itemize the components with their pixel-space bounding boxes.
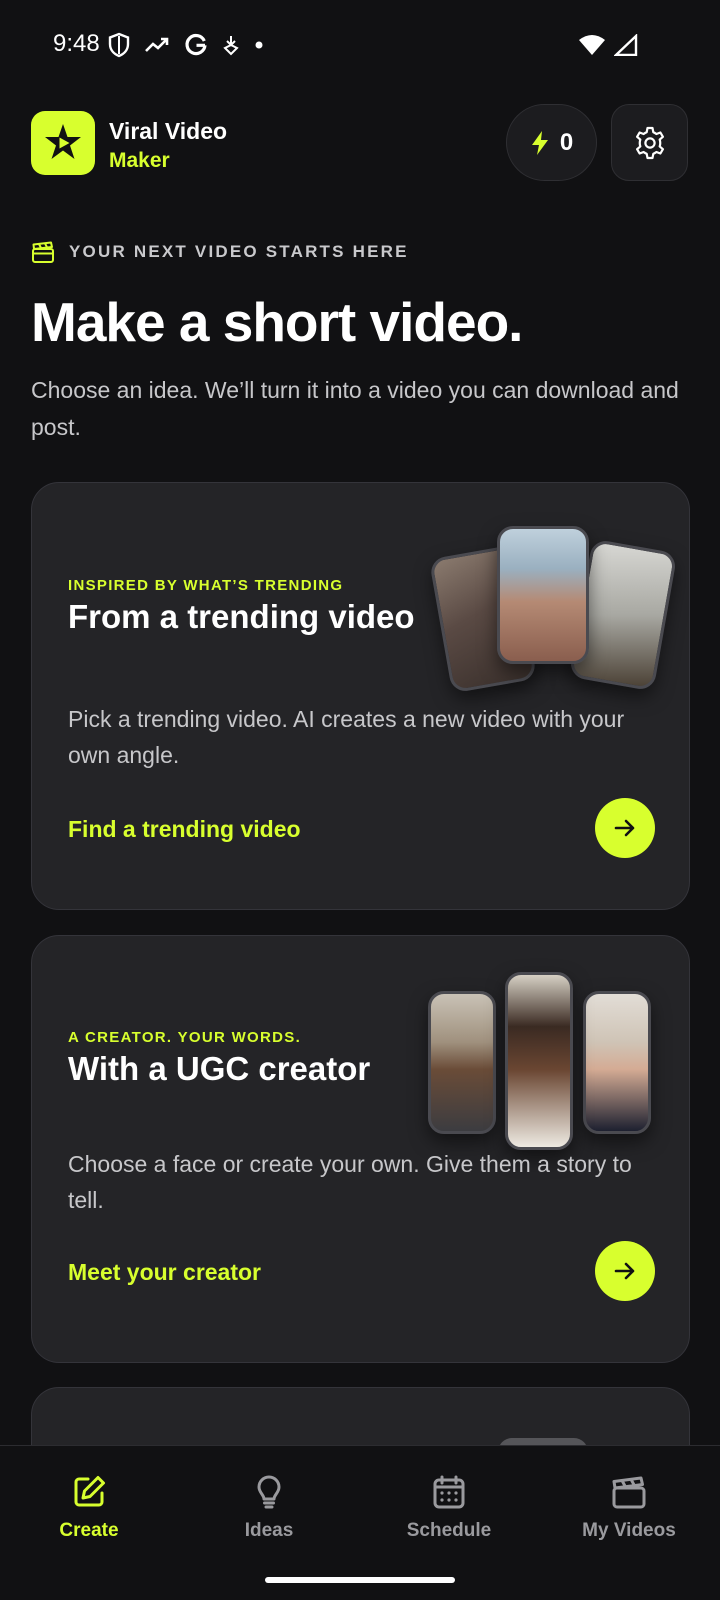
card-title: From a trending video [68, 598, 415, 635]
wifi-icon [579, 35, 605, 55]
card-eyebrow: INSPIRED BY WHAT’S TRENDING [68, 577, 344, 594]
status-system-icons [578, 30, 638, 60]
download-badge-icon [223, 36, 239, 56]
nav-label: Schedule [406, 1520, 492, 1541]
clapperboard-icon [612, 1476, 646, 1509]
nav-label: Ideas [244, 1520, 294, 1541]
status-time: 9:48 [53, 30, 100, 57]
nav-label: My Videos [582, 1520, 676, 1541]
meet-creator-link[interactable]: Meet your creator [68, 1259, 261, 1286]
find-trending-video-button[interactable] [595, 798, 655, 858]
trending-icon [145, 37, 169, 52]
settings-button[interactable] [611, 104, 688, 181]
creator-avatar [428, 991, 496, 1134]
card-title: With a UGC creator [68, 1050, 371, 1087]
credits-button[interactable]: 0 [506, 104, 597, 181]
page-title: Make a short video. [31, 291, 523, 353]
meet-creator-button[interactable] [595, 1241, 655, 1301]
clapperboard-icon [32, 241, 54, 263]
bolt-icon [531, 130, 548, 155]
signal-icon [614, 34, 638, 56]
page-subtitle: Choose an idea. We’ll turn it into a vid… [31, 377, 679, 440]
status-bar: 9:48 [0, 0, 720, 92]
hero-eyebrow: YOUR NEXT VIDEO STARTS HERE [31, 240, 409, 264]
arrow-right-icon [614, 819, 635, 837]
trending-video-card[interactable]: INSPIRED BY WHAT’S TRENDING From a trend… [31, 482, 690, 910]
nav-item-create[interactable]: Create [19, 1474, 159, 1542]
card-description: Choose a face or create your own. Give t… [68, 1151, 632, 1213]
lightbulb-icon [257, 1475, 281, 1509]
nav-item-schedule[interactable]: Schedule [379, 1474, 519, 1542]
app-name: Viral Video Maker [109, 116, 227, 176]
gear-icon [635, 126, 664, 159]
card-eyebrow: A CREATOR. YOUR WORDS. [68, 1029, 302, 1046]
logo-star-icon [45, 124, 81, 159]
creator-avatar [583, 991, 651, 1134]
app-name-line1: Viral Video [109, 118, 228, 144]
app-name-line2: Maker [109, 149, 170, 172]
status-notification-icons [108, 30, 264, 60]
app-logo [31, 111, 95, 175]
credits-count: 0 [559, 128, 574, 156]
ugc-creator-card[interactable]: A CREATOR. YOUR WORDS. With a UGC creato… [31, 935, 690, 1363]
hero-eyebrow-text: YOUR NEXT VIDEO STARTS HERE [69, 242, 409, 261]
calendar-icon [433, 1475, 465, 1509]
find-trending-video-link[interactable]: Find a trending video [68, 816, 301, 843]
nav-item-my-videos[interactable]: My Videos [559, 1474, 699, 1542]
arrow-right-icon [614, 1262, 635, 1280]
google-icon [185, 33, 207, 56]
dot-icon [255, 41, 263, 49]
nav-label: Create [59, 1520, 119, 1541]
nav-item-ideas[interactable]: Ideas [199, 1474, 339, 1542]
home-indicator[interactable] [265, 1577, 455, 1583]
edit-icon [74, 1476, 105, 1507]
creator-avatar [505, 972, 573, 1150]
shield-icon [108, 32, 130, 58]
card-description: Pick a trending video. AI creates a new … [68, 706, 625, 768]
video-thumbnail [497, 526, 589, 664]
